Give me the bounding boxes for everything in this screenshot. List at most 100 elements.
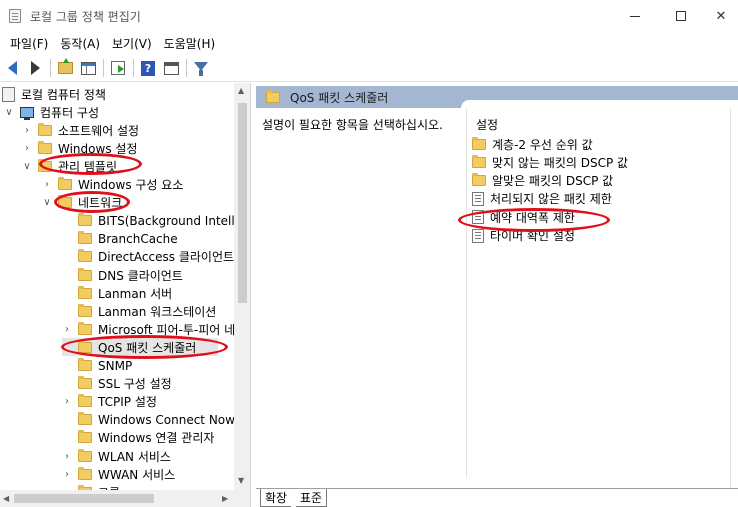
settings-column-header[interactable]: 설정 (476, 116, 498, 133)
folder-icon (472, 154, 486, 168)
scroll-right-icon[interactable]: ▶ (222, 494, 228, 503)
tree-item-label: DirectAccess 클라이언트 환경 (98, 250, 251, 265)
expand-chevron-icon[interactable]: › (62, 396, 72, 407)
back-button[interactable] (2, 58, 22, 78)
setting-item-label: 알맞은 패킷의 DSCP 값 (492, 174, 614, 189)
maximize-icon (676, 11, 686, 21)
tree-item-label: WWAN 서비스 (98, 467, 176, 482)
up-one-level-button[interactable] (55, 58, 75, 78)
close-button[interactable]: ✕ (704, 0, 738, 32)
annotation-oval-qos (61, 335, 228, 359)
expand-chevron-icon[interactable]: › (42, 179, 52, 190)
expand-chevron-icon[interactable]: › (62, 324, 72, 335)
tree-item-label: Windows 연결 관리자 (98, 431, 215, 446)
tree-item[interactable]: › Windows 구성 요소 (42, 176, 183, 194)
tree-item-label: 소프트웨어 설정 (58, 123, 140, 138)
help-icon: ? (141, 60, 155, 76)
tree-item[interactable]: Lanman 워크스테이션 (62, 302, 216, 320)
setting-item[interactable]: 처리되지 않은 패킷 제한 (472, 190, 612, 208)
minimize-button[interactable] (612, 0, 658, 32)
folder-icon (78, 376, 92, 390)
close-icon: ✕ (715, 8, 727, 24)
window-title: 로컬 그룹 정책 편집기 (30, 10, 141, 24)
toolbar-separator (186, 59, 187, 77)
tree-item[interactable]: BITS(Background Intelligent Transfer Ser… (62, 212, 250, 230)
folder-icon (38, 140, 52, 154)
tree-item-label: Lanman 서버 (98, 286, 173, 301)
setting-item[interactable]: 계층-2 우선 순위 값 (472, 135, 593, 153)
forward-button[interactable] (25, 58, 45, 78)
expand-chevron-icon[interactable]: › (22, 125, 32, 136)
expand-chevron-icon[interactable]: › (22, 143, 32, 154)
tree-item-label: SNMP (98, 358, 133, 373)
tree-item[interactable]: Windows Connect Now (62, 411, 235, 429)
tree-item[interactable]: Windows 연결 관리자 (62, 429, 214, 447)
back-arrow-icon (7, 61, 17, 75)
forward-arrow-icon (30, 61, 40, 75)
menu-help[interactable]: 도움말(H) (158, 35, 222, 52)
export-list-button[interactable] (108, 58, 128, 78)
console-tree-icon (80, 61, 96, 75)
tree-item[interactable]: Lanman 서버 (62, 284, 172, 302)
tree-item[interactable]: › 소프트웨어 설정 (22, 121, 139, 139)
properties-button[interactable] (161, 58, 181, 78)
setting-item-label: 계층-2 우선 순위 값 (492, 137, 593, 152)
tab-extended[interactable]: 확장 (260, 489, 292, 507)
collapse-chevron-icon[interactable]: ∨ (22, 161, 32, 172)
toolbar: ? (0, 55, 738, 82)
tree-item[interactable]: › WLAN 서비스 (62, 447, 171, 465)
menu-bar: 파일(F) 동작(A) 보기(V) 도움말(H) (0, 32, 738, 54)
export-icon (111, 61, 125, 75)
collapse-chevron-icon[interactable]: ∨ (4, 107, 14, 118)
console-tree: 로컬 컴퓨터 정책 ∨ 컴퓨터 구성 › 소프트웨어 설정 › Windows 설정 ∨ 관리 … (0, 83, 251, 507)
expand-chevron-icon[interactable]: › (62, 451, 72, 462)
tree-item[interactable]: SNMP (62, 357, 132, 375)
collapse-chevron-icon[interactable]: ∨ (42, 197, 52, 208)
policy-root-icon (2, 86, 15, 102)
show-hide-tree-button[interactable] (78, 58, 98, 78)
tree-item[interactable]: ∨ 컴퓨터 구성 (4, 103, 99, 121)
header-tab-curve (461, 100, 738, 108)
tree-item[interactable]: DNS 클라이언트 (62, 266, 183, 284)
setting-item[interactable]: 맞지 않는 패킷의 DSCP 값 (472, 153, 628, 171)
folder-icon (472, 173, 486, 187)
maximize-button[interactable] (658, 0, 704, 32)
annotation-oval-network (54, 191, 130, 213)
policy-setting-icon (472, 228, 484, 243)
title-bar: 로컬 그룹 정책 편집기 ✕ (0, 0, 738, 32)
tree-hscroll-thumb[interactable] (14, 494, 154, 503)
tree-item[interactable]: BranchCache (62, 230, 178, 248)
folder-icon (38, 122, 52, 136)
folder-icon (78, 213, 92, 227)
setting-item[interactable]: 알맞은 패킷의 DSCP 값 (472, 172, 613, 190)
tree-item[interactable]: 로컬 컴퓨터 정책 (2, 85, 106, 103)
expand-chevron-icon[interactable]: › (62, 469, 72, 480)
scroll-down-icon[interactable]: ▼ (238, 476, 244, 485)
tree-item[interactable]: › WWAN 서비스 (62, 465, 175, 483)
scroll-left-icon[interactable]: ◀ (3, 494, 9, 503)
minimize-icon (630, 15, 640, 17)
computer-icon (20, 106, 34, 120)
tree-item[interactable]: SSL 구성 설정 (62, 375, 172, 393)
tree-item-label: BranchCache (98, 231, 178, 246)
pane-edge (730, 108, 731, 488)
filter-button[interactable] (191, 58, 211, 78)
tab-standard[interactable]: 표준 (296, 489, 328, 507)
tree-horizontal-scrollbar[interactable]: ◀ ▶ (0, 490, 250, 507)
help-button[interactable]: ? (138, 58, 158, 78)
details-pane: QoS 패킷 스케줄러 설명이 필요한 항목을 선택하십시오. 설정 계층-2 … (256, 86, 738, 507)
menu-view[interactable]: 보기(V) (106, 35, 158, 52)
tree-item-label: Windows Connect Now (98, 412, 235, 427)
tree-item[interactable]: DirectAccess 클라이언트 환경 (62, 248, 251, 266)
tree-scroll-thumb[interactable] (238, 103, 247, 303)
menu-file[interactable]: 파일(F) (4, 35, 54, 52)
tree-item[interactable]: › TCPIP 설정 (62, 393, 157, 411)
tree-item-label: DNS 클라이언트 (98, 268, 183, 283)
properties-icon (163, 61, 179, 75)
toolbar-separator (50, 59, 51, 77)
tree-vertical-scrollbar[interactable]: ▲ ▼ (234, 83, 250, 490)
tree-item-label: WLAN 서비스 (98, 449, 171, 464)
folder-up-icon (57, 58, 73, 74)
scroll-up-icon[interactable]: ▲ (238, 86, 244, 95)
menu-action[interactable]: 동작(A) (54, 35, 106, 52)
